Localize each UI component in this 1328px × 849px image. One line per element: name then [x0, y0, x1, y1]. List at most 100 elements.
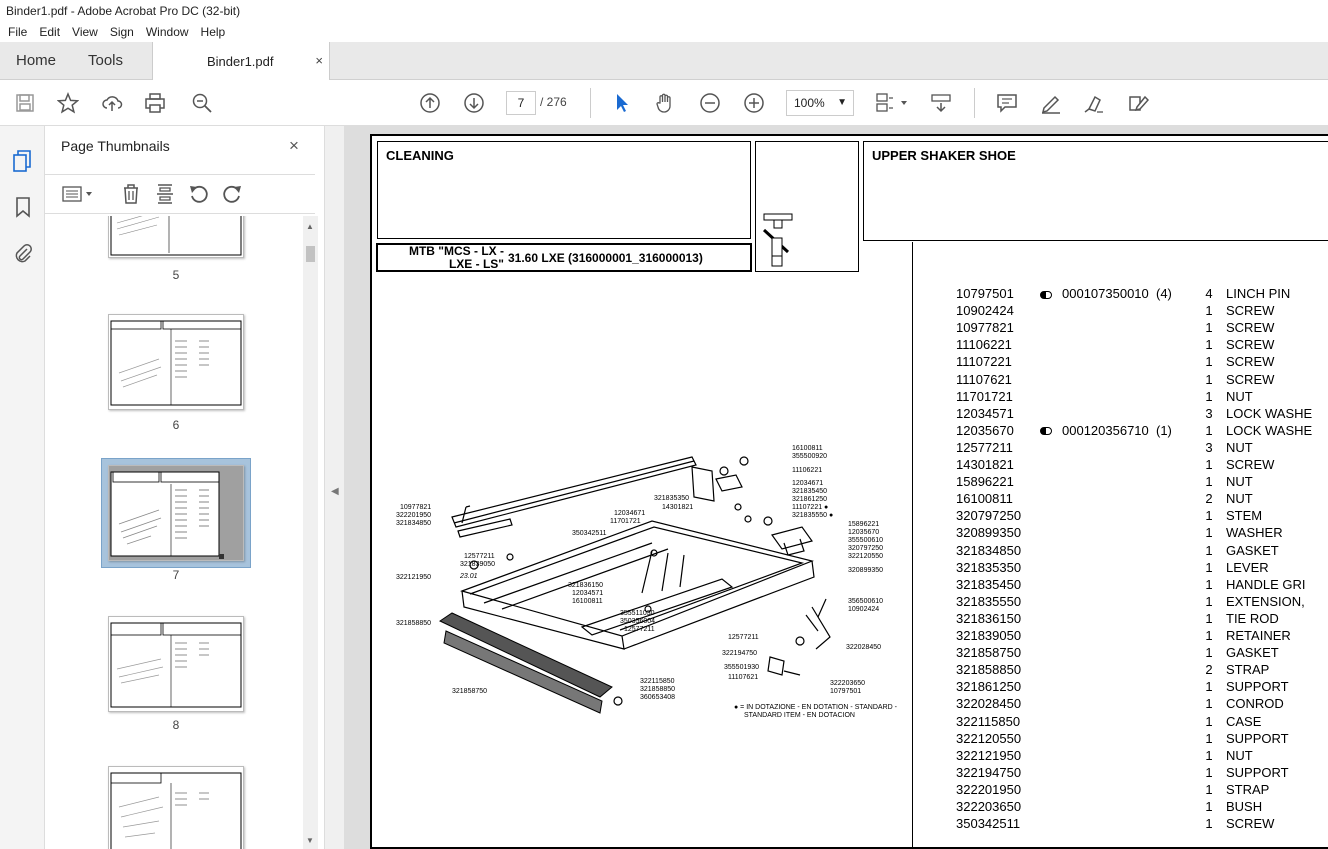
part-description: EXTENSION, — [1226, 593, 1305, 609]
part-description: CONROD — [1226, 696, 1284, 712]
panel-title: Page Thumbnails — [61, 138, 170, 154]
part-code: 320797250 — [956, 508, 1022, 524]
diagram-dimension-label: 23.01 — [459, 573, 478, 580]
part-quantity: 1 — [1205, 799, 1213, 814]
scroll-down-icon[interactable]: ▼ — [306, 836, 314, 845]
part-quantity: 1 — [1205, 474, 1213, 490]
rotate-left-icon[interactable] — [188, 183, 210, 205]
menu-help[interactable]: Help — [195, 25, 232, 39]
zoom-out-icon[interactable] — [698, 91, 722, 115]
zoom-value: 100% — [794, 96, 825, 110]
part-quantity: 1 — [1205, 457, 1213, 472]
previous-page-icon[interactable] — [418, 91, 442, 115]
part-quantity: 1 — [1205, 371, 1213, 387]
sign-pen-icon[interactable] — [1082, 91, 1106, 115]
part-code: 11701721 — [956, 388, 1013, 404]
svg-text:10797501: 10797501 — [830, 688, 861, 695]
page-thumbnails-icon[interactable] — [10, 148, 36, 174]
tab-tools[interactable]: Tools — [88, 42, 123, 80]
part-code: 320899350 — [956, 525, 1022, 541]
tab-document[interactable]: Binder1.pdf × — [152, 42, 330, 81]
menu-view[interactable]: View — [66, 25, 104, 39]
part-description: RETAINER — [1226, 628, 1291, 643]
zoom-select[interactable]: 100% ▼ — [786, 90, 854, 116]
part-reference-text: 000120356710 (1) — [1062, 422, 1172, 438]
svg-text:355501930: 355501930 — [724, 664, 759, 671]
thumbnail-page[interactable] — [108, 216, 244, 258]
tab-document-label: Binder1.pdf — [207, 54, 274, 69]
part-code: 15896221 — [956, 474, 1014, 490]
thumbnail-page-selected[interactable] — [108, 465, 244, 561]
toolbar: 7 / 276 100% ▼ — [0, 80, 1328, 126]
part-quantity: 1 — [1205, 320, 1213, 336]
window-title-bar: Binder1.pdf - Adobe Acrobat Pro DC (32-b… — [0, 0, 1328, 22]
svg-text:355500920: 355500920 — [792, 453, 827, 460]
page-view-icon[interactable] — [874, 91, 910, 115]
scrollbar-thumb[interactable] — [306, 246, 315, 262]
options-menu-icon[interactable] — [61, 183, 95, 205]
collapse-panel-icon[interactable]: ◀ — [331, 486, 339, 497]
thumbnail-page[interactable] — [108, 314, 244, 410]
scroll-mode-icon[interactable] — [929, 91, 953, 115]
zoom-search-icon[interactable] — [190, 91, 214, 115]
menu-edit[interactable]: Edit — [33, 25, 66, 39]
save-icon[interactable] — [13, 91, 37, 115]
close-icon[interactable]: × — [289, 136, 299, 156]
delete-trash-icon[interactable] — [120, 183, 142, 205]
part-description: SCREW — [1226, 816, 1275, 832]
rotate-right-icon[interactable] — [221, 183, 243, 205]
tab-home[interactable]: Home — [16, 42, 56, 80]
svg-text:321858850: 321858850 — [396, 620, 431, 627]
svg-text:10977821: 10977821 — [400, 504, 431, 511]
thumbnail-page-number: 6 — [172, 418, 180, 432]
extract-pages-icon[interactable] — [154, 183, 176, 205]
star-icon[interactable] — [56, 91, 80, 115]
part-quantity: 3 — [1205, 439, 1213, 455]
attachment-icon[interactable] — [10, 240, 36, 266]
model-code: 31.60 LXE (316000001_316000013) — [508, 251, 703, 265]
select-pointer-icon[interactable] — [610, 91, 634, 115]
bookmark-icon[interactable] — [10, 194, 36, 220]
part-quantity: 1 — [1205, 730, 1213, 746]
part-description: SUPPORT — [1226, 679, 1289, 695]
svg-text:356500610: 356500610 — [848, 598, 883, 605]
scroll-up-icon[interactable]: ▲ — [306, 222, 314, 231]
thumbnail-scrollbar[interactable]: ▲ ▼ — [303, 216, 318, 849]
panel-collapse-strip[interactable]: ◀ — [325, 126, 344, 849]
part-quantity: 1 — [1205, 525, 1213, 541]
part-quantity: 4 — [1205, 286, 1213, 301]
part-description: STRAP — [1226, 781, 1270, 797]
part-quantity: 1 — [1205, 303, 1213, 319]
menu-file[interactable]: File — [2, 25, 33, 39]
svg-text:350356004: 350356004 — [620, 618, 655, 625]
tab-close-icon[interactable]: × — [315, 53, 323, 68]
svg-text:321858750: 321858750 — [452, 688, 487, 695]
svg-text:12035670: 12035670 — [848, 529, 879, 536]
thumbnail-page[interactable] — [108, 616, 244, 712]
fill-sign-icon[interactable] — [1126, 91, 1150, 115]
part-description: NUT — [1226, 747, 1253, 763]
part-quantity: 2 — [1205, 662, 1213, 678]
next-page-icon[interactable] — [462, 91, 486, 115]
menu-sign[interactable]: Sign — [104, 25, 140, 39]
part-quantity: 1 — [1205, 354, 1213, 370]
part-reference: 000120356710 (1) — [1040, 423, 1172, 438]
toolbar-divider — [974, 88, 975, 118]
part-code: 322028450 — [956, 696, 1022, 712]
part-quantity: 1 — [1205, 610, 1213, 626]
highlight-pen-icon[interactable] — [1039, 91, 1063, 115]
zoom-in-icon[interactable] — [742, 91, 766, 115]
svg-text:12577211: 12577211 — [624, 626, 655, 633]
comment-icon[interactable] — [995, 91, 1019, 115]
print-icon[interactable] — [143, 91, 167, 115]
part-description: LOCK WASHE — [1226, 405, 1313, 421]
page-number-input[interactable]: 7 — [506, 91, 536, 115]
svg-text:320899350: 320899350 — [848, 567, 883, 574]
menu-window[interactable]: Window — [140, 25, 195, 39]
upload-cloud-icon[interactable] — [100, 91, 124, 115]
svg-text:12577211: 12577211 — [464, 553, 495, 560]
hand-tool-icon[interactable] — [653, 91, 677, 115]
part-quantity: 1 — [1205, 422, 1213, 438]
thumbnail-page[interactable] — [108, 766, 244, 849]
svg-text:322201950: 322201950 — [396, 512, 431, 519]
